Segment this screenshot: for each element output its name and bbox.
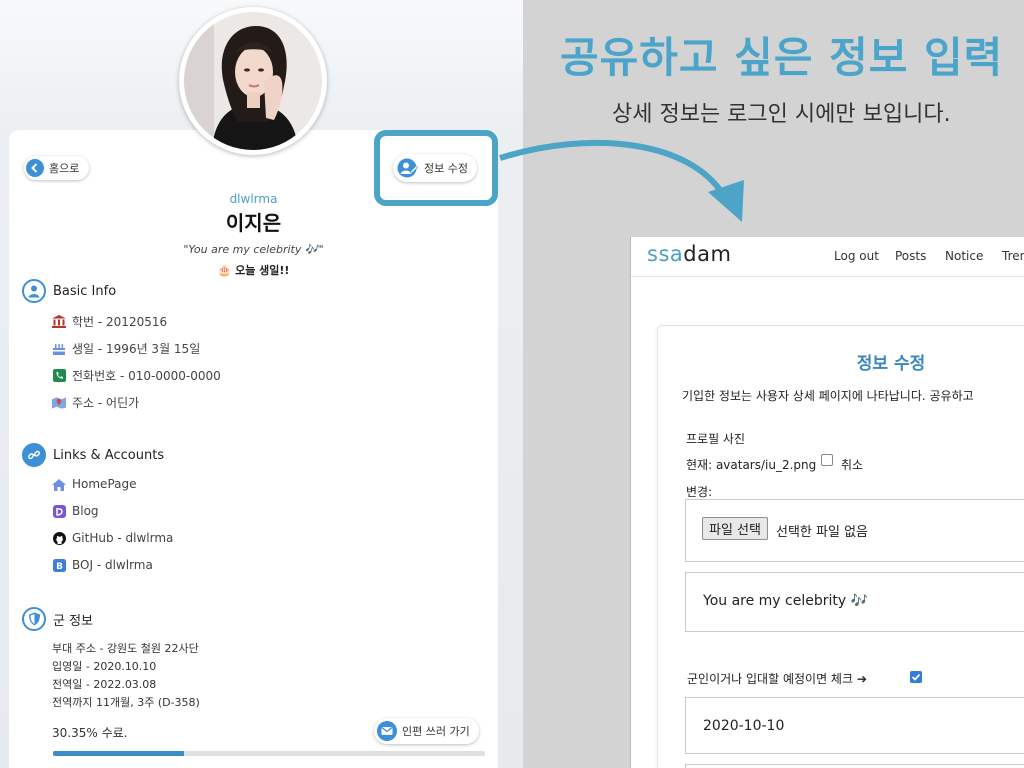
edit-page-window: ssadam Log out Posts Notice Tren 정보 수정 기… (630, 237, 1024, 768)
choose-file-button[interactable]: 파일 선택 (702, 517, 768, 540)
nav-logout[interactable]: Log out (834, 249, 879, 263)
form-title: 정보 수정 (856, 354, 926, 374)
nav-posts[interactable]: Posts (895, 249, 926, 263)
profile-photo-label: 프로필 사진 (686, 432, 746, 446)
current-photo-text: 현재: avatars/iu_2.png (686, 458, 817, 472)
quote-input-value: You are my celebrity 🎶 (703, 593, 869, 609)
clear-photo-checkbox[interactable] (821, 454, 833, 466)
nav-notice[interactable]: Notice (945, 249, 983, 263)
change-photo-label: 변경: (686, 485, 713, 499)
nav-trending[interactable]: Tren (1002, 249, 1024, 263)
navbar: ssadam Log out Posts Notice Tren (631, 237, 1024, 277)
military-check-label: 군인이거나 입대할 예정이면 체크 ➔ (687, 672, 867, 686)
enlist-date-value: 2020-10-10 (703, 718, 785, 734)
form-description: 기입한 정보는 사용자 상세 페이지에 나타납니다. 공유하고 (682, 389, 974, 403)
no-file-text: 선택한 파일 없음 (776, 525, 868, 540)
military-checkbox[interactable] (910, 671, 922, 683)
next-input[interactable] (685, 764, 1024, 768)
brand-logo[interactable]: ssadam (647, 242, 731, 266)
clear-photo-label: 취소 (841, 458, 864, 472)
